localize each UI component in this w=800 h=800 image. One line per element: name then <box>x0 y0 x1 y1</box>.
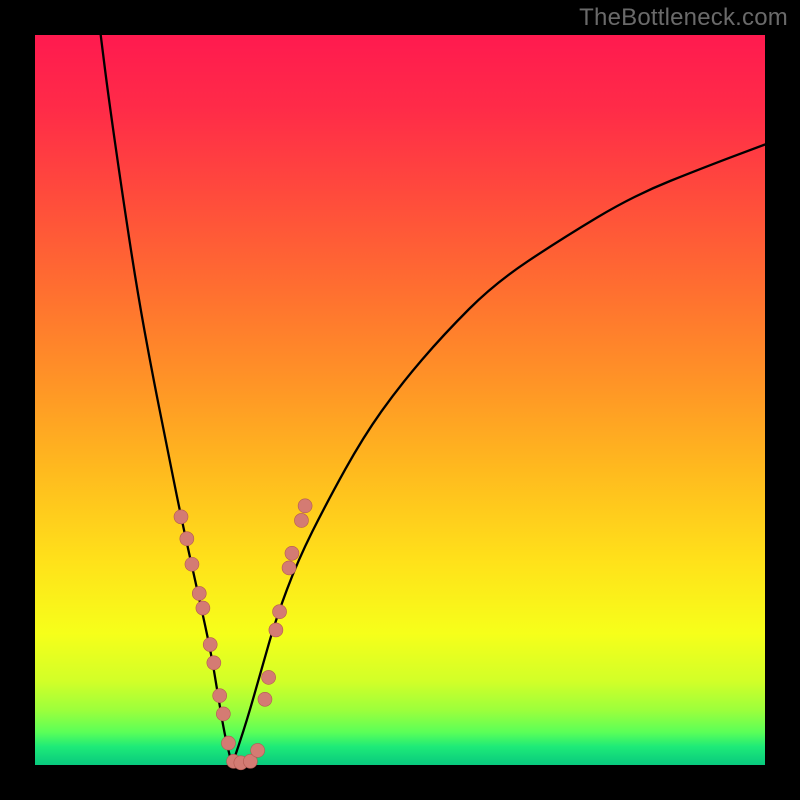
chart-container: TheBottleneck.com <box>0 0 800 800</box>
data-marker <box>298 499 312 513</box>
data-marker <box>216 707 230 721</box>
plot-area <box>35 35 765 770</box>
data-marker <box>282 561 296 575</box>
data-marker <box>221 736 235 750</box>
data-marker <box>180 532 194 546</box>
data-marker <box>196 601 210 615</box>
data-marker <box>203 638 217 652</box>
data-marker <box>269 623 283 637</box>
bottleneck-chart <box>0 0 800 800</box>
data-marker <box>174 510 188 524</box>
data-marker <box>185 557 199 571</box>
watermark-text: TheBottleneck.com <box>579 4 788 32</box>
data-marker <box>262 670 276 684</box>
data-marker <box>207 656 221 670</box>
data-marker <box>273 605 287 619</box>
data-marker <box>258 692 272 706</box>
data-marker <box>285 546 299 560</box>
data-marker <box>192 586 206 600</box>
data-marker <box>251 743 265 757</box>
data-marker <box>213 689 227 703</box>
data-marker <box>294 513 308 527</box>
gradient-background <box>35 35 765 765</box>
